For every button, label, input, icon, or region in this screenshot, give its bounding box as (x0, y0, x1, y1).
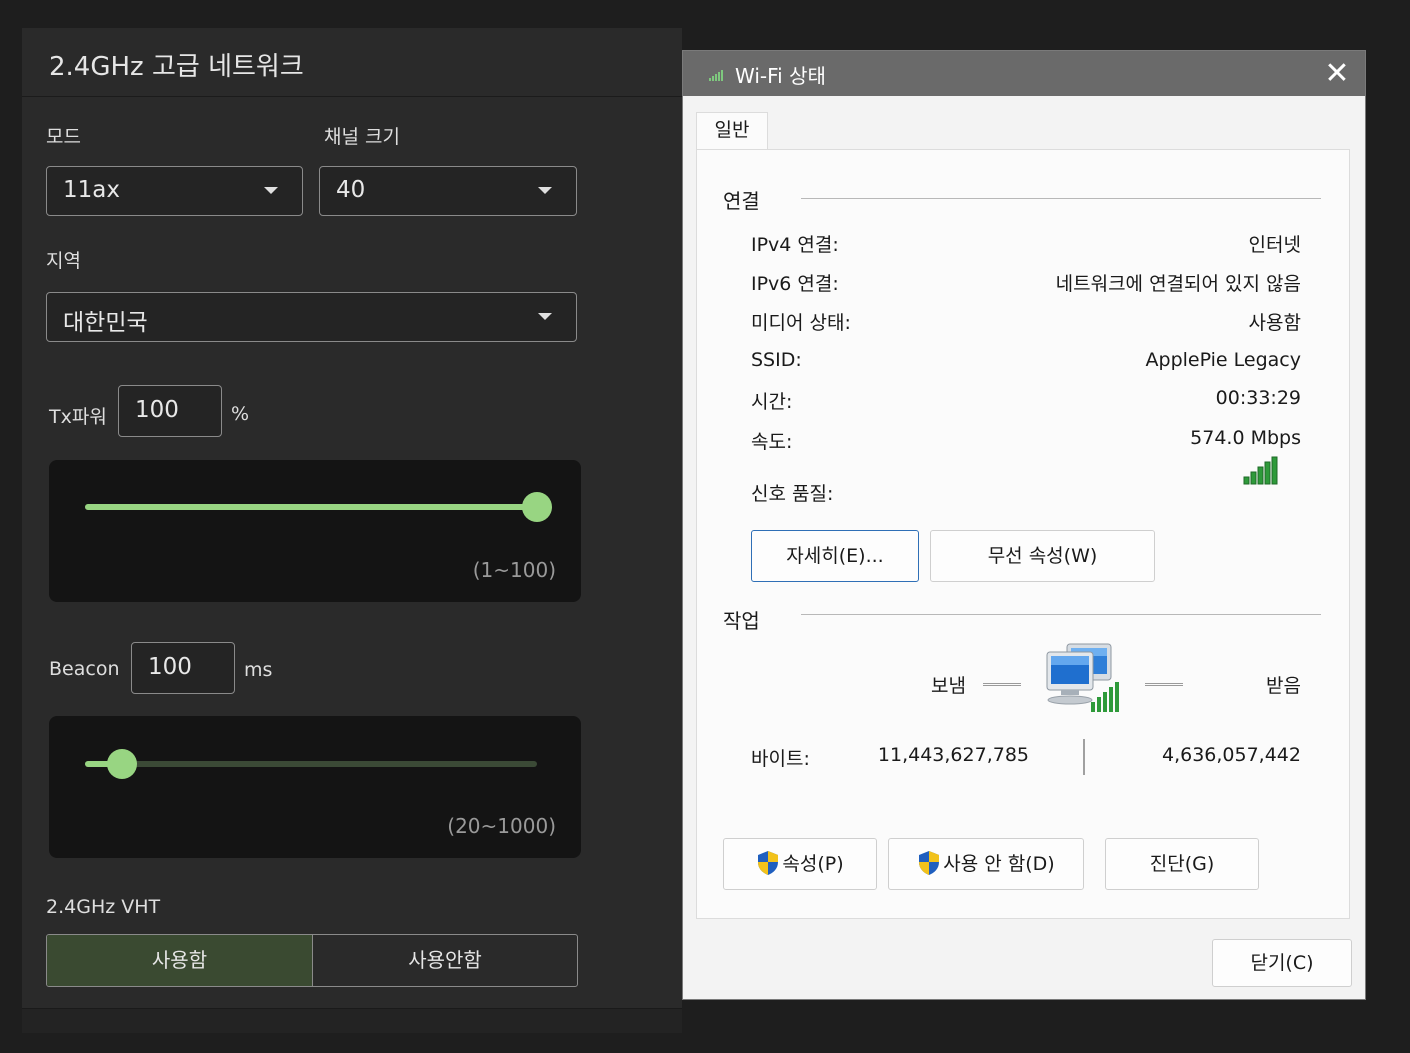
advanced-network-panel: 2.4GHz 고급 네트워크 모드 채널 크기 11ax 40 지역 대한민국 … (22, 28, 682, 1033)
region-select-value: 대한민국 (63, 310, 148, 336)
tab-general[interactable]: 일반 (696, 112, 768, 150)
region-label: 지역 (46, 250, 81, 272)
panel-title: 2.4GHz 고급 네트워크 (49, 52, 304, 82)
ipv6-value: 네트워크에 연결되어 있지 않음 (1055, 273, 1301, 295)
signal-bars-icon (1243, 456, 1278, 485)
tx-power-value: 100 (135, 397, 179, 423)
title-bar: Wi-Fi 상태 ✕ (683, 51, 1365, 96)
chevron-down-icon (538, 187, 552, 194)
beacon-label: Beacon (49, 658, 120, 680)
channel-size-label: 채널 크기 (324, 126, 400, 148)
mode-label: 모드 (46, 126, 81, 148)
chevron-down-icon (538, 313, 552, 320)
channel-size-select[interactable]: 40 (319, 166, 577, 216)
tx-power-unit: % (231, 403, 250, 425)
group-divider (801, 198, 1321, 199)
region-select[interactable]: 대한민국 (46, 292, 577, 342)
dialog-title: Wi-Fi 상태 (735, 64, 826, 88)
signal-quality-label: 신호 품질: (751, 483, 834, 505)
panel-footer (22, 1008, 682, 1033)
media-state-value: 사용함 (1248, 312, 1301, 334)
ipv4-value: 인터넷 (1248, 234, 1301, 256)
disable-button-label: 사용 안 함(D) (943, 853, 1055, 875)
ssid-label: SSID: (751, 349, 802, 371)
tx-slider-thumb[interactable] (522, 492, 552, 522)
duration-label: 시간: (751, 391, 793, 413)
vht-disable-option[interactable]: 사용안함 (313, 935, 577, 986)
beacon-input[interactable]: 100 (131, 642, 235, 694)
beacon-slider-track[interactable] (85, 761, 537, 767)
diagnose-button[interactable]: 진단(G) (1105, 838, 1259, 890)
close-icon[interactable]: ✕ (1319, 56, 1355, 92)
vht-enable-option[interactable]: 사용함 (47, 935, 313, 986)
group-divider (801, 614, 1321, 615)
bytes-divider (1083, 739, 1085, 775)
tx-power-label: Tx파워 (49, 406, 107, 428)
wifi-status-dialog: Wi-Fi 상태 ✕ 일반 연결 IPv4 연결: 인터넷 IPv6 연결: 네… (682, 50, 1366, 1000)
properties-button[interactable]: 속성(P) (723, 838, 877, 890)
beacon-value: 100 (148, 654, 192, 680)
bytes-sent-value: 11,443,627,785 (877, 744, 1029, 766)
beacon-slider-card: (20~1000) (49, 716, 581, 858)
tx-power-slider-card: (1~100) (49, 460, 581, 602)
tx-range-hint: (1~100) (472, 558, 556, 582)
shield-icon (919, 850, 940, 875)
speed-value: 574.0 Mbps (1190, 427, 1301, 449)
ssid-value: ApplePie Legacy (1145, 349, 1301, 371)
vht-toggle: 사용함 사용안함 (46, 934, 578, 987)
beacon-range-hint: (20~1000) (447, 814, 556, 838)
close-button[interactable]: 닫기(C) (1212, 939, 1352, 987)
details-button[interactable]: 자세히(E)... (751, 530, 919, 582)
wireless-properties-button[interactable]: 무선 속성(W) (930, 530, 1155, 582)
title-divider (22, 96, 682, 97)
network-computers-icon (1046, 643, 1119, 712)
wifi-signal-icon (709, 70, 723, 81)
sent-activity-line (983, 683, 1021, 686)
bytes-received-value: 4,636,057,442 (1161, 744, 1301, 766)
received-label: 받음 (1266, 675, 1301, 697)
received-activity-line (1145, 683, 1183, 686)
shield-icon (758, 850, 779, 875)
tx-slider-fill (85, 504, 537, 510)
speed-label: 속도: (751, 431, 793, 453)
chevron-down-icon (264, 187, 278, 194)
channel-size-value: 40 (336, 177, 366, 203)
mode-select[interactable]: 11ax (46, 166, 303, 216)
duration-value: 00:33:29 (1215, 387, 1301, 409)
bytes-label: 바이트: (751, 748, 810, 770)
tab-content: 연결 IPv4 연결: 인터넷 IPv6 연결: 네트워크에 연결되어 있지 않… (696, 149, 1350, 919)
activity-group-label: 작업 (723, 609, 760, 633)
beacon-unit: ms (244, 659, 273, 681)
media-state-label: 미디어 상태: (751, 312, 851, 334)
mode-select-value: 11ax (63, 177, 120, 203)
connection-group-label: 연결 (723, 189, 760, 213)
sent-label: 보냄 (931, 675, 966, 697)
beacon-slider-thumb[interactable] (106, 749, 137, 779)
ipv6-label: IPv6 연결: (751, 273, 839, 295)
vht-label: 2.4GHz VHT (46, 896, 161, 918)
ipv4-label: IPv4 연결: (751, 234, 839, 256)
disable-button[interactable]: 사용 안 함(D) (888, 838, 1084, 890)
properties-button-label: 속성(P) (782, 853, 844, 875)
tx-power-input[interactable]: 100 (118, 385, 222, 437)
